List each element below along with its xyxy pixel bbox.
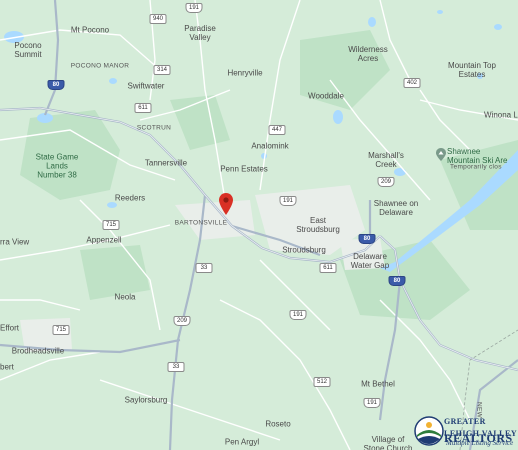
place-wilderness-acres: Wilderness Acres: [348, 45, 388, 63]
place-east-stroudsburg: East Stroudsburg: [296, 216, 340, 234]
place-sierra-view: rra View: [0, 237, 30, 247]
route-shield-512: 512: [313, 377, 331, 387]
place-pocono-summit: Pocono Summit: [14, 41, 42, 59]
place-delaware-water-gap: Delaware Water Gap: [350, 252, 390, 270]
route-shield-191-c: 191: [289, 310, 307, 320]
place-gilbert: bert: [0, 362, 14, 372]
place-penn-estates: Penn Estates: [220, 164, 268, 174]
place-paradise-valley: Paradise Valley: [184, 24, 216, 42]
route-shield-191-d: 191: [363, 398, 381, 408]
place-state-game-lands: State Game Lands Number 38: [35, 152, 79, 180]
place-pocono-manor: POCONO MANOR: [70, 62, 130, 70]
route-shield-191: 191: [185, 3, 203, 13]
place-mt-pocono: Mt Pocono: [70, 25, 110, 35]
place-appenzell: Appenzell: [86, 235, 122, 245]
route-shield-611-b: 611: [319, 263, 337, 273]
glvr-logo: GREATER LEHIGH VALLEY REALTORS Multiple …: [414, 413, 518, 450]
place-swiftwater: Swiftwater: [127, 81, 165, 91]
place-reeders: Reeders: [114, 193, 146, 203]
place-shawnee-status: Temporarily clos: [450, 163, 502, 171]
location-marker-icon[interactable]: [219, 193, 233, 215]
route-shield-447: 447: [268, 125, 286, 135]
place-pen-argyl: Pen Argyl: [224, 437, 260, 447]
route-shield-191-b: 191: [279, 196, 297, 206]
place-neola: Neola: [114, 292, 136, 302]
route-shield-940: 940: [149, 14, 167, 24]
interstate-shield-80-b: 80: [358, 234, 376, 244]
ski-area-poi-icon[interactable]: [436, 148, 446, 161]
place-henryville: Henryville: [227, 68, 263, 78]
logo-line-mls: Multiple Listing Service: [446, 439, 514, 447]
route-shield-611: 611: [134, 103, 152, 113]
place-scotrun: SCOTRUN: [136, 124, 172, 132]
place-saylorsburg: Saylorsburg: [124, 395, 168, 405]
place-stroudsburg: Stroudsburg: [282, 245, 326, 255]
place-bartonsville: BARTONSVILLE: [174, 219, 228, 227]
place-analomink: Analomink: [251, 141, 289, 151]
glvr-logo-emblem-icon: [414, 416, 444, 446]
place-winona-lakes: Winona La: [484, 110, 518, 120]
place-marshalls-creek: Marshall's Creek: [368, 151, 404, 169]
interstate-shield-80: 80: [47, 80, 65, 90]
route-shield-33: 33: [195, 263, 213, 273]
place-brodheadsville: Brodheadsville: [11, 346, 65, 356]
interstate-shield-80-c: 80: [388, 276, 406, 286]
route-shield-402: 402: [403, 78, 421, 88]
route-shield-715-b: 715: [52, 325, 70, 335]
route-shield-715: 715: [102, 220, 120, 230]
place-roseto: Roseto: [265, 419, 291, 429]
place-mt-bethel: Mt Bethel: [361, 379, 395, 389]
place-tannersville: Tannersville: [144, 158, 188, 168]
place-village-of-stone-church: Village of Stone Church: [363, 435, 413, 450]
place-effort: Effort: [0, 323, 19, 333]
route-shield-209: 209: [377, 177, 395, 187]
place-wooddale: Wooddale: [308, 91, 344, 101]
route-shield-314: 314: [153, 65, 171, 75]
route-shield-33-b: 33: [167, 362, 185, 372]
map-canvas[interactable]: Mt Pocono Pocono Summit POCONO MANOR Par…: [0, 0, 518, 450]
place-mountain-top-estates: Mountain Top Estates: [448, 61, 496, 79]
place-shawnee-on-delaware: Shawnee on Delaware: [373, 199, 419, 217]
route-shield-209-b: 209: [173, 316, 191, 326]
